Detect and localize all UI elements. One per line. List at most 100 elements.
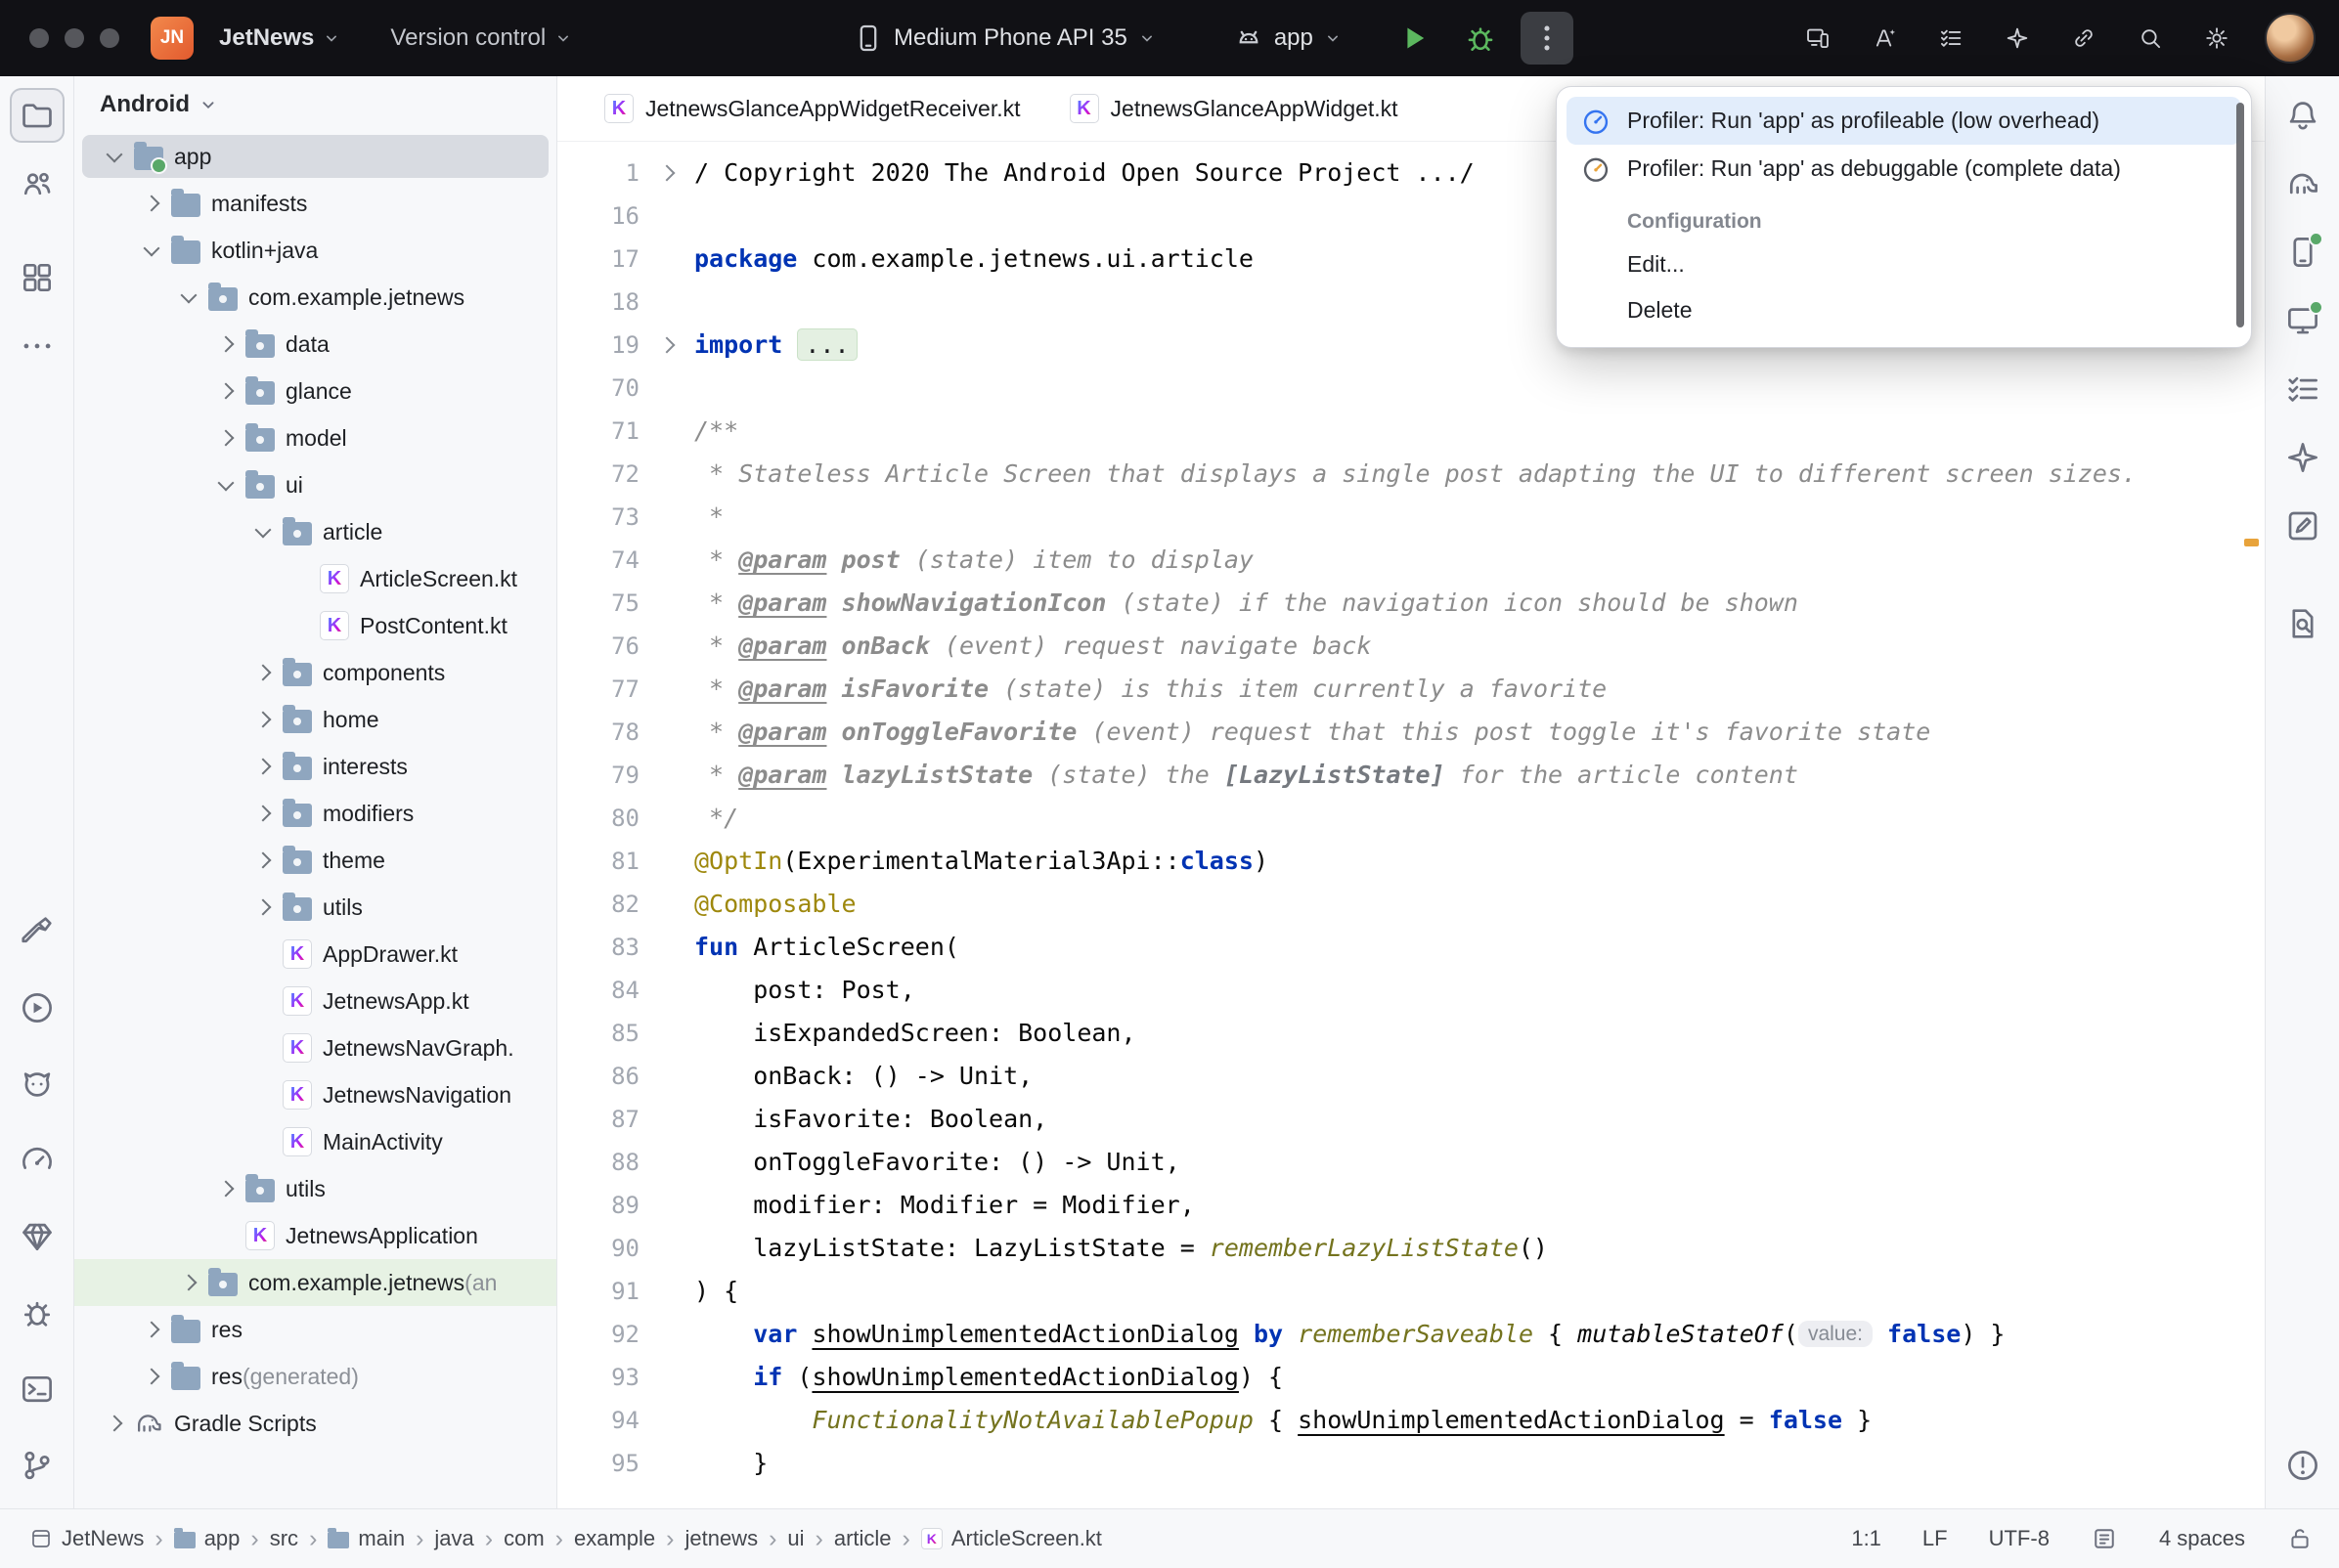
project-view-selector[interactable]: Android xyxy=(74,76,556,133)
tree-item-utils[interactable]: utils xyxy=(74,884,556,931)
version-control-icon[interactable] xyxy=(10,1438,65,1493)
line-number[interactable]: 71 xyxy=(557,410,640,453)
chevron-right-icon[interactable] xyxy=(248,761,278,772)
line-number[interactable]: 86 xyxy=(557,1055,640,1098)
breadcrumb-item-src[interactable]: src xyxy=(266,1526,302,1551)
build-icon[interactable] xyxy=(10,904,65,959)
chevron-right-icon[interactable] xyxy=(248,667,278,678)
run-menu-config-edit[interactable]: Edit... xyxy=(1567,241,2241,287)
line-number[interactable]: 88 xyxy=(557,1141,640,1184)
line-number[interactable]: 87 xyxy=(557,1098,640,1141)
gemini-icon[interactable] xyxy=(1999,20,2036,57)
tree-item-model[interactable]: model xyxy=(74,414,556,461)
settings-icon[interactable] xyxy=(2198,20,2235,57)
breadcrumb-item-com[interactable]: com xyxy=(500,1526,549,1551)
tree-item-com-example-jetnews[interactable]: com.example.jetnews xyxy=(74,274,556,321)
resource-manager-icon[interactable] xyxy=(10,250,65,305)
running-devices-icon[interactable] xyxy=(1799,20,1836,57)
more-run-options-button[interactable] xyxy=(1521,12,1573,65)
line-number[interactable]: 79 xyxy=(557,754,640,797)
chevron-right-icon[interactable] xyxy=(211,385,241,397)
breadcrumb-item-article[interactable]: article xyxy=(830,1526,896,1551)
fold-collapsed-icon[interactable] xyxy=(640,324,694,367)
line-number[interactable]: 81 xyxy=(557,840,640,883)
tree-item-data[interactable]: data xyxy=(74,321,556,368)
tree-item-app[interactable]: app xyxy=(74,133,556,180)
line-separator[interactable]: LF xyxy=(1922,1526,1948,1551)
line-number[interactable]: 75 xyxy=(557,582,640,625)
fold-collapsed-icon[interactable] xyxy=(640,152,694,195)
tree-item-glance[interactable]: glance xyxy=(74,368,556,414)
people-icon[interactable] xyxy=(10,156,65,211)
breadcrumb-item-example[interactable]: example xyxy=(570,1526,659,1551)
line-number[interactable]: 78 xyxy=(557,711,640,754)
breadcrumb-item-app[interactable]: app xyxy=(170,1526,244,1551)
breadcrumb-item-java[interactable]: java xyxy=(430,1526,477,1551)
chevron-down-icon[interactable] xyxy=(174,294,203,301)
breadcrumb-item-jetnews[interactable]: JetNews xyxy=(25,1526,148,1551)
tree-item-jetnewsapplication[interactable]: KJetnewsApplication xyxy=(74,1212,556,1259)
line-number[interactable]: 93 xyxy=(557,1356,640,1399)
device-manager-icon[interactable] xyxy=(2275,225,2330,280)
run-menu-item[interactable]: Profiler: Run 'app' as debuggable (compl… xyxy=(1567,145,2241,193)
chevron-right-icon[interactable] xyxy=(137,1371,166,1382)
chevron-right-icon[interactable] xyxy=(137,197,166,209)
app-insights-icon[interactable] xyxy=(10,1209,65,1264)
maximize-window-icon[interactable] xyxy=(100,28,119,48)
line-number[interactable]: 82 xyxy=(557,883,640,926)
line-number[interactable]: 17 xyxy=(557,238,640,281)
checklist-icon[interactable] xyxy=(1932,20,1969,57)
tree-item-appdrawer-kt[interactable]: KAppDrawer.kt xyxy=(74,931,556,978)
link-icon[interactable] xyxy=(2065,20,2102,57)
run-button[interactable] xyxy=(1388,12,1440,65)
debug-button[interactable] xyxy=(1454,12,1507,65)
tree-item-kotlin-java[interactable]: kotlin+java xyxy=(74,227,556,274)
tree-item-components[interactable]: components xyxy=(74,649,556,696)
chevron-down-icon[interactable] xyxy=(211,482,241,489)
structure-icon[interactable] xyxy=(2275,362,2330,416)
search-icon[interactable] xyxy=(2132,20,2169,57)
chevron-right-icon[interactable] xyxy=(100,1417,129,1429)
ai-assist-icon[interactable] xyxy=(1866,20,1903,57)
terminal-icon[interactable] xyxy=(10,1362,65,1416)
chevron-down-icon[interactable] xyxy=(248,529,278,536)
chevron-right-icon[interactable] xyxy=(248,854,278,866)
line-number[interactable]: 89 xyxy=(557,1184,640,1227)
gradle-icon[interactable] xyxy=(2275,156,2330,211)
tree-item-articlescreen-kt[interactable]: KArticleScreen.kt xyxy=(74,555,556,602)
menu-scrollbar-thumb[interactable] xyxy=(2236,103,2244,327)
chevron-down-icon[interactable] xyxy=(100,153,129,160)
minimize-window-icon[interactable] xyxy=(65,28,84,48)
line-number[interactable]: 85 xyxy=(557,1012,640,1055)
line-number[interactable]: 72 xyxy=(557,453,640,496)
tree-item-gradle-scripts[interactable]: Gradle Scripts xyxy=(74,1400,556,1447)
caret-position[interactable]: 1:1 xyxy=(1851,1526,1881,1551)
profiler-icon[interactable] xyxy=(10,1133,65,1188)
tree-item-article[interactable]: article xyxy=(74,508,556,555)
tree-item-ui[interactable]: ui xyxy=(74,461,556,508)
line-number[interactable]: 16 xyxy=(557,195,640,238)
tree-item-utils[interactable]: utils xyxy=(74,1165,556,1212)
line-number[interactable]: 74 xyxy=(557,539,640,582)
project-icon[interactable] xyxy=(10,88,65,143)
tree-item-interests[interactable]: interests xyxy=(74,743,556,790)
chevron-right-icon[interactable] xyxy=(211,1183,241,1195)
tree-item-manifests[interactable]: manifests xyxy=(74,180,556,227)
more-icon[interactable] xyxy=(10,319,65,373)
line-number[interactable]: 70 xyxy=(557,367,640,410)
tree-item-jetnewsnavgraph[interactable]: KJetnewsNavGraph. xyxy=(74,1024,556,1071)
line-number[interactable]: 91 xyxy=(557,1270,640,1313)
line-number[interactable]: 19 xyxy=(557,324,640,367)
problems-icon[interactable] xyxy=(2275,1438,2330,1493)
notifications-icon[interactable] xyxy=(2275,88,2330,143)
line-number[interactable]: 77 xyxy=(557,668,640,711)
chevron-right-icon[interactable] xyxy=(211,338,241,350)
line-number[interactable]: 80 xyxy=(557,797,640,840)
line-number[interactable]: 94 xyxy=(557,1399,640,1442)
line-number[interactable]: 76 xyxy=(557,625,640,668)
chevron-right-icon[interactable] xyxy=(248,807,278,819)
user-avatar[interactable] xyxy=(2265,13,2316,64)
tree-item-postcontent-kt[interactable]: KPostContent.kt xyxy=(74,602,556,649)
breadcrumb-item-jetnews[interactable]: jetnews xyxy=(681,1526,762,1551)
tree-item-res-generated[interactable]: res (generated) xyxy=(74,1353,556,1400)
